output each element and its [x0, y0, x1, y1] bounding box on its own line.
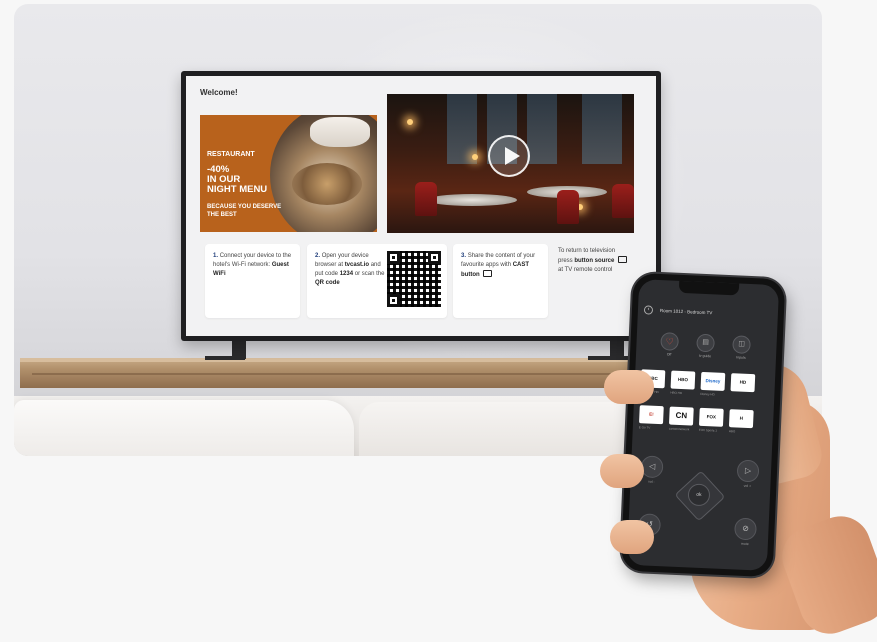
source-button-label: button source — [574, 258, 615, 264]
qr-code-label: QR code — [315, 280, 340, 286]
volume-down-icon[interactable]: ◁ — [640, 455, 664, 479]
channel-tile[interactable]: E! — [639, 405, 664, 425]
button-label: tv guide — [698, 353, 712, 359]
mute-icon[interactable]: ⊘ — [734, 517, 757, 541]
step-number: 2. — [315, 253, 321, 259]
control-label: vol - — [648, 479, 655, 484]
video-table — [427, 194, 517, 206]
welcome-title: Welcome! — [200, 88, 238, 97]
channel-label: FOX Sports 1 — [698, 427, 718, 433]
tv-guide-button[interactable]: ▤ — [696, 333, 715, 353]
promo-line: BECAUSE YOU DESERVE — [207, 204, 282, 210]
food-photo-plate — [292, 163, 362, 205]
qr-finder-icon — [428, 251, 441, 264]
instruction-card-browser: 2. Open your device browser at tvcast.io… — [307, 244, 447, 318]
button-label: Inputs — [736, 355, 746, 360]
channel-label: cartoonnetwork — [668, 426, 690, 432]
back-arrow-icon[interactable]: ‹ — [643, 305, 654, 315]
video-chair — [557, 190, 579, 224]
cast-code: 1234 — [339, 271, 354, 277]
sofa-cushion — [14, 400, 354, 456]
button-label: Off — [666, 352, 672, 357]
channel-tile[interactable]: HD — [730, 373, 756, 393]
restaurant-promo-banner[interactable]: RESTAURANT -40% IN OUR NIGHT MENU BECAUS… — [200, 115, 377, 232]
channel-label: Disney HD — [700, 391, 715, 397]
finger — [600, 454, 644, 488]
promo-line: RESTAURANT — [207, 151, 255, 158]
sofa-cushion — [359, 402, 659, 456]
room-device-title[interactable]: Room 1012 - Bedroom TV — [660, 308, 713, 315]
power-off-button[interactable]: ♡ — [660, 332, 679, 351]
step-text: at TV remote control — [558, 267, 613, 273]
restaurant-video[interactable] — [387, 94, 634, 233]
qr-finder-icon — [387, 251, 400, 264]
control-label: mute — [740, 541, 749, 547]
source-icon — [618, 256, 628, 263]
video-window — [527, 94, 557, 164]
video-lamp — [472, 154, 478, 160]
video-chair — [415, 182, 437, 216]
tv-foot — [205, 356, 245, 360]
instruction-return-tv: To return to television press button sou… — [558, 247, 630, 275]
step-number: 1. — [213, 253, 219, 259]
television: Welcome! RESTAURANT -40% IN OUR NIGHT ME… — [181, 71, 661, 341]
channel-tile[interactable]: HBO — [670, 370, 696, 390]
phone-notch — [678, 280, 740, 296]
promo-line: NIGHT MENU — [207, 184, 268, 195]
step-number: 3. — [461, 253, 467, 259]
video-lamp — [407, 119, 413, 125]
channel-tile[interactable]: H — [728, 409, 754, 429]
console-shelf — [32, 373, 618, 375]
inputs-button[interactable]: ◫ — [732, 335, 751, 354]
qr-finder-icon — [387, 294, 400, 307]
console-top-edge — [20, 358, 630, 362]
cast-icon — [483, 270, 493, 277]
qr-code-icon — [387, 251, 441, 307]
video-chair — [612, 184, 634, 218]
cast-url: tvcast.io — [344, 262, 370, 268]
channel-label: HBO HD — [670, 390, 683, 396]
play-icon[interactable] — [488, 135, 530, 177]
tv-console — [20, 358, 630, 388]
chef-photo — [310, 117, 370, 147]
instruction-card-cast: 3. Share the content of your favourite a… — [453, 244, 548, 318]
instruction-card-wifi: 1. Connect your device to the hotel's Wi… — [205, 244, 300, 318]
promo-line: THE BEST — [207, 212, 237, 218]
volume-up-icon[interactable]: ▷ — [736, 459, 760, 483]
channel-tile[interactable]: Disney — [700, 371, 726, 391]
remote-header: ‹ Room 1012 - Bedroom TV — [643, 305, 774, 325]
step-text: or scan the — [354, 271, 385, 277]
video-window — [582, 94, 622, 164]
finger — [610, 520, 654, 554]
channel-tile[interactable]: CN — [668, 406, 694, 426]
channel-label: HBO — [728, 429, 736, 434]
control-label: vol + — [743, 483, 752, 489]
tv-foot — [588, 356, 628, 360]
tv-screen: Welcome! RESTAURANT -40% IN OUR NIGHT ME… — [186, 76, 656, 336]
channel-tile[interactable]: FOX — [698, 407, 724, 427]
channel-label: E Go TV — [638, 425, 651, 430]
finger — [604, 370, 654, 404]
